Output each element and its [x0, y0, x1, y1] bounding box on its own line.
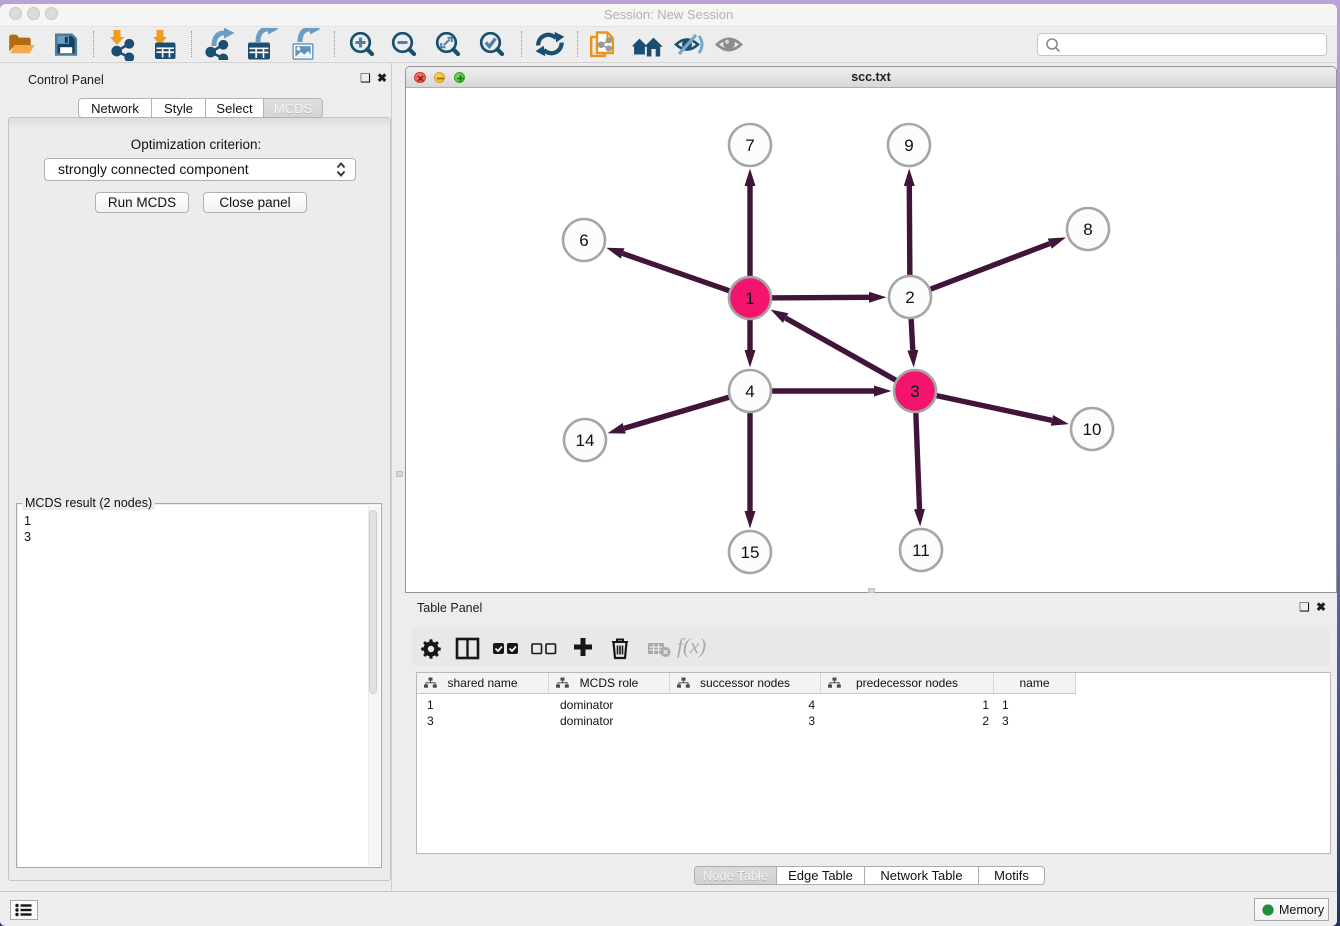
svg-text:6: 6: [579, 231, 588, 250]
svg-text:2: 2: [905, 288, 914, 307]
svg-text:8: 8: [1083, 220, 1092, 239]
svg-text:15: 15: [741, 543, 760, 562]
svg-text:4: 4: [745, 382, 754, 401]
svg-text:9: 9: [904, 136, 913, 155]
svg-text:14: 14: [576, 431, 595, 450]
svg-text:11: 11: [912, 541, 930, 560]
svg-text:3: 3: [910, 382, 919, 401]
svg-text:10: 10: [1083, 420, 1102, 439]
svg-text:1: 1: [745, 289, 754, 308]
svg-text:7: 7: [745, 136, 754, 155]
